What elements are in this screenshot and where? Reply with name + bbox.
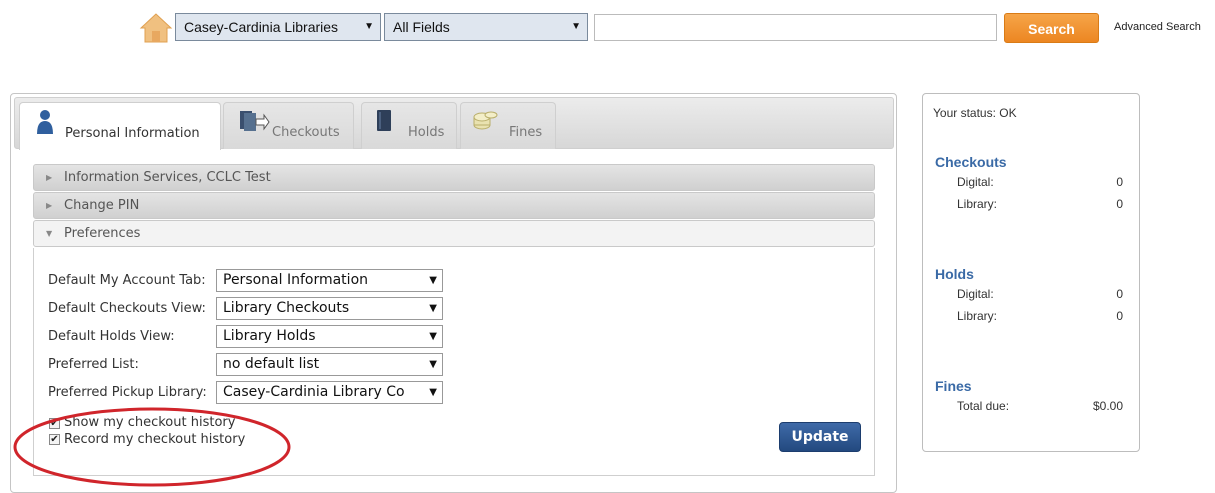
checkmark-icon: ✔	[50, 418, 59, 429]
collapsed-arrow-icon: ▶	[46, 173, 53, 182]
field-select-value: All Fields	[393, 19, 450, 35]
dropdown-arrow-icon: ▼	[426, 382, 437, 403]
coins-icon	[473, 111, 498, 130]
accordion-label: Preferences	[64, 226, 141, 241]
holds-digital-value: 0	[1116, 287, 1123, 301]
search-button[interactable]: Search	[1004, 13, 1099, 43]
checkouts-library-value: 0	[1116, 197, 1123, 211]
accordion-label: Information Services, CCLC Test	[64, 170, 271, 185]
tab-label: Fines	[509, 125, 543, 140]
accordion-change-pin[interactable]: ▶ Change PIN	[33, 192, 875, 219]
tab-fines[interactable]: Fines	[460, 102, 556, 149]
dropdown-arrow-icon: ▼	[426, 298, 437, 319]
select-value: Library Holds	[223, 328, 316, 344]
dropdown-arrow-icon: ▼	[426, 270, 437, 291]
checkouts-library-label: Library:	[957, 197, 998, 211]
pref-label-holds-view: Default Holds View:	[48, 329, 175, 344]
search-input[interactable]	[594, 14, 997, 41]
home-icon[interactable]	[139, 12, 173, 44]
tab-label: Personal Information	[65, 126, 200, 141]
book-icon	[377, 110, 391, 131]
accordion-preferences[interactable]: ▼ Preferences	[33, 220, 875, 247]
library-select[interactable]: Casey-Cardinia Libraries ▼	[175, 13, 381, 41]
holds-library-value: 0	[1116, 309, 1123, 323]
tab-label: Holds	[408, 125, 445, 140]
tab-personal-information[interactable]: Personal Information	[19, 102, 221, 150]
select-value: Library Checkouts	[223, 300, 350, 316]
select-value: no default list	[223, 356, 320, 372]
checkout-icon	[240, 111, 270, 131]
show-history-label: Show my checkout history	[64, 415, 236, 430]
fines-total-value: $0.00	[1092, 399, 1123, 413]
field-select[interactable]: All Fields ▼	[384, 13, 588, 41]
fines-heading[interactable]: Fines	[935, 378, 972, 394]
library-select-value: Casey-Cardinia Libraries	[184, 19, 339, 35]
tab-label: Checkouts	[272, 125, 340, 140]
dropdown-arrow-icon: ▼	[571, 21, 581, 32]
select-value: Casey-Cardinia Library Co	[223, 384, 405, 400]
dropdown-arrow-icon: ▼	[426, 354, 437, 375]
show-history-checkbox[interactable]: ✔	[49, 418, 60, 429]
tab-checkouts[interactable]: Checkouts	[223, 102, 354, 149]
record-history-label: Record my checkout history	[64, 432, 246, 447]
default-tab-select[interactable]: Personal Information ▼	[216, 269, 443, 292]
holds-heading[interactable]: Holds	[935, 266, 974, 282]
advanced-search-link[interactable]: Advanced Search	[1114, 21, 1201, 33]
accordion-information-services[interactable]: ▶ Information Services, CCLC Test	[33, 164, 875, 191]
person-icon	[37, 110, 53, 134]
record-history-checkbox[interactable]: ✔	[49, 434, 60, 445]
tab-holds[interactable]: Holds	[361, 102, 457, 149]
pref-label-preferred-list: Preferred List:	[48, 357, 139, 372]
pickup-library-select[interactable]: Casey-Cardinia Library Co ▼	[216, 381, 443, 404]
status-text: Your status: OK	[933, 106, 1017, 120]
checkmark-icon: ✔	[50, 434, 59, 445]
dropdown-arrow-icon: ▼	[364, 21, 374, 32]
fines-total-label: Total due:	[957, 399, 1010, 413]
holds-view-select[interactable]: Library Holds ▼	[216, 325, 443, 348]
select-value: Personal Information	[223, 272, 369, 288]
checkouts-digital-value: 0	[1116, 175, 1123, 189]
holds-digital-label: Digital:	[957, 287, 994, 301]
dropdown-arrow-icon: ▼	[426, 326, 437, 347]
preferred-list-select[interactable]: no default list ▼	[216, 353, 443, 376]
collapsed-arrow-icon: ▶	[46, 201, 53, 210]
pref-label-pickup-library: Preferred Pickup Library:	[48, 385, 207, 400]
checkouts-view-select[interactable]: Library Checkouts ▼	[216, 297, 443, 320]
pref-label-checkouts-view: Default Checkouts View:	[48, 301, 206, 316]
accordion-label: Change PIN	[64, 198, 140, 213]
pref-label-default-tab: Default My Account Tab:	[48, 273, 206, 288]
checkouts-digital-label: Digital:	[957, 175, 994, 189]
checkouts-heading[interactable]: Checkouts	[935, 154, 1007, 170]
expanded-arrow-icon: ▼	[46, 229, 53, 238]
update-button[interactable]: Update	[779, 422, 861, 452]
holds-library-label: Library:	[957, 309, 998, 323]
